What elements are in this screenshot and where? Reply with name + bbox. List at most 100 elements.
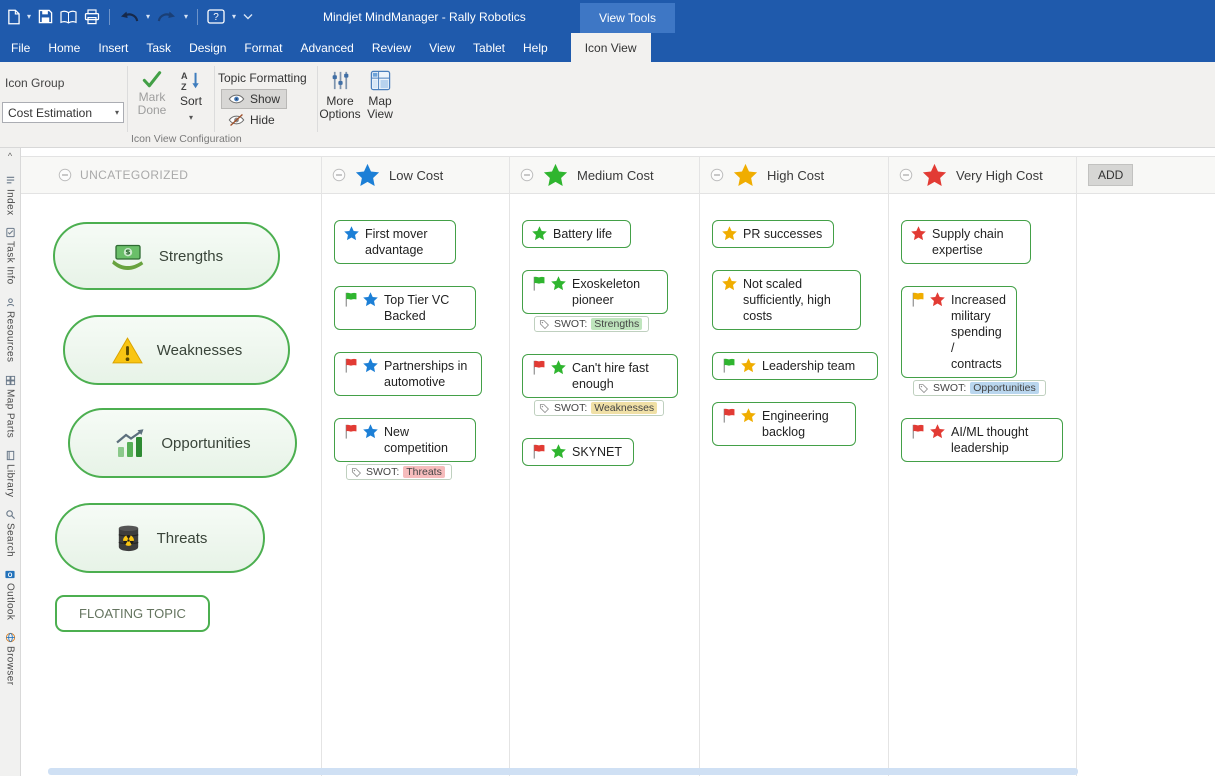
redo-button[interactable]: [157, 9, 177, 24]
collapse-column-icon[interactable]: [520, 168, 534, 182]
panel-tab-label: Library: [5, 464, 16, 497]
topic-strengths[interactable]: Strengths: [53, 222, 280, 290]
menu-tab-task[interactable]: Task: [137, 33, 180, 62]
more-options-button[interactable]: More Options: [316, 69, 364, 121]
panel-tab-search[interactable]: Search: [5, 509, 16, 557]
ribbon-separator: [127, 66, 128, 132]
tag-value: Strengths: [591, 318, 642, 330]
topic-card-can-t-hire-fast-enough[interactable]: Can't hire fast enough: [522, 354, 678, 398]
topic-card-not-scaled-sufficiently-high-costs[interactable]: Not scaled sufficiently, high costs: [712, 270, 861, 330]
card-label: Engineering backlog: [762, 408, 847, 440]
topic-card-exoskeleton-pioneer[interactable]: Exoskeleton pioneer: [522, 270, 668, 314]
panel-tab-label: Outlook: [5, 583, 16, 620]
panel-tab-browser[interactable]: Browser: [5, 632, 16, 685]
help-dropdown-icon[interactable]: ▾: [232, 13, 236, 21]
topic-card-engineering-backlog[interactable]: Engineering backlog: [712, 402, 856, 446]
menu-tab-format[interactable]: Format: [235, 33, 291, 62]
menu-tab-help[interactable]: Help: [514, 33, 557, 62]
horizontal-scrollbar[interactable]: [48, 768, 1078, 775]
panel-tab-resources[interactable]: Resources: [5, 297, 16, 362]
star-icon: [362, 291, 379, 308]
topic-card-top-tier-vc-backed[interactable]: Top Tier VC Backed: [334, 286, 476, 330]
topic-opportunities[interactable]: Opportunities: [68, 408, 297, 478]
panel-tab-map-parts[interactable]: Map Parts: [5, 375, 16, 438]
card-label: First mover advantage: [365, 226, 447, 258]
star-icon: [740, 357, 757, 374]
swot-tag[interactable]: SWOT:Weaknesses: [534, 400, 664, 416]
mark-done-button[interactable]: Mark Done: [131, 70, 173, 117]
menu-tab-tablet[interactable]: Tablet: [464, 33, 514, 62]
tab-icon-view[interactable]: Icon View: [571, 33, 651, 62]
menu-tab-design[interactable]: Design: [180, 33, 235, 62]
undo-dropdown-icon[interactable]: ▾: [146, 13, 150, 21]
minimize-ribbon-button[interactable]: [243, 13, 253, 20]
topic-card-supply-chain-expertise[interactable]: Supply chain expertise: [901, 220, 1031, 264]
menu-tab-review[interactable]: Review: [363, 33, 420, 62]
collapse-column-icon[interactable]: [899, 168, 913, 182]
topic-weaknesses[interactable]: Weaknesses: [63, 315, 290, 385]
sort-button[interactable]: AZ Sort ▾: [174, 70, 208, 124]
print-button[interactable]: [84, 9, 100, 25]
card-label: Exoskeleton pioneer: [572, 276, 659, 308]
column-body: PR successes Not scaled sufficiently, hig…: [700, 194, 888, 776]
menu-tab-home[interactable]: Home: [39, 33, 89, 62]
show-button[interactable]: Show: [221, 89, 287, 109]
hide-button[interactable]: Hide: [221, 110, 282, 130]
floating-topic[interactable]: FLOATING TOPIC: [55, 595, 210, 632]
map-parts-icon: [5, 375, 16, 386]
panel-tab-task-info[interactable]: Task Info: [5, 227, 16, 285]
add-column-button[interactable]: ADD: [1088, 164, 1133, 186]
collapse-column-icon[interactable]: [332, 168, 346, 182]
star-icon: [721, 225, 738, 242]
panel-tab-library[interactable]: Library: [5, 450, 16, 497]
undo-button[interactable]: [119, 9, 139, 24]
collapse-panel-button[interactable]: ^: [8, 151, 12, 163]
swot-tag[interactable]: SWOT:Opportunities: [913, 380, 1046, 396]
panel-tab-label: Map Parts: [5, 389, 16, 438]
topic-card-ai-ml-thought-leadership[interactable]: AI/ML thought leadership: [901, 418, 1063, 462]
ribbon: Icon Group Cost Estimation ▾ Mark Done A…: [0, 62, 1215, 148]
open-map-button[interactable]: [60, 10, 77, 24]
card-icons: [721, 357, 757, 374]
collapse-column-icon[interactable]: [58, 168, 72, 182]
browser-icon: [5, 632, 16, 643]
column-body: Strengths Weaknesses Opportunities Threats F…: [21, 194, 321, 776]
topic-card-increased-military-spending-contracts[interactable]: Increased military spending / contracts: [901, 286, 1017, 378]
panel-tab-outlook[interactable]: OOutlook: [4, 569, 16, 620]
tag-prefix: SWOT:: [554, 402, 587, 414]
collapse-column-icon[interactable]: [710, 168, 724, 182]
topic-label: Opportunities: [161, 435, 250, 452]
menu-tab-insert[interactable]: Insert: [89, 33, 137, 62]
topic-card-pr-successes[interactable]: PR successes: [712, 220, 834, 248]
panel-tab-label: Browser: [5, 646, 16, 685]
topic-card-leadership-team[interactable]: Leadership team: [712, 352, 878, 380]
menu-tab-file[interactable]: File: [2, 33, 39, 62]
column-star-icon: [542, 162, 569, 189]
main-area: ^ Index Task Info Resources Map Parts Librar…: [0, 148, 1215, 776]
card-icons: [343, 225, 360, 242]
context-tab-view-tools[interactable]: View Tools: [580, 3, 675, 33]
topic-card-new-competition[interactable]: New competition: [334, 418, 476, 462]
topic-card-battery-life[interactable]: Battery life: [522, 220, 631, 248]
menu-tab-advanced[interactable]: Advanced: [291, 33, 362, 62]
swot-tag[interactable]: SWOT:Threats: [346, 464, 452, 480]
topic-card-partnerships-in-automotive[interactable]: Partnerships in automotive: [334, 352, 482, 396]
sort-label: Sort: [180, 95, 202, 108]
new-document-button[interactable]: [7, 9, 20, 25]
swot-tag[interactable]: SWOT:Strengths: [534, 316, 649, 332]
help-button[interactable]: ?: [207, 9, 225, 24]
column-header: ADD: [1077, 156, 1215, 194]
column-body: [1077, 194, 1215, 776]
menu-tab-view[interactable]: View: [420, 33, 464, 62]
redo-dropdown-icon[interactable]: ▾: [184, 13, 188, 21]
map-view-button[interactable]: Map View: [362, 69, 398, 121]
hide-label: Hide: [250, 113, 275, 127]
panel-tab-index[interactable]: Index: [5, 175, 16, 215]
topic-threats[interactable]: Threats: [55, 503, 265, 573]
card-icons: [910, 423, 946, 440]
save-button[interactable]: [38, 9, 53, 24]
new-document-dropdown-icon[interactable]: ▾: [27, 13, 31, 21]
topic-card-first-mover-advantage[interactable]: First mover advantage: [334, 220, 456, 264]
icon-group-select[interactable]: Cost Estimation ▾: [2, 102, 124, 123]
topic-card-skynet[interactable]: SKYNET: [522, 438, 634, 466]
